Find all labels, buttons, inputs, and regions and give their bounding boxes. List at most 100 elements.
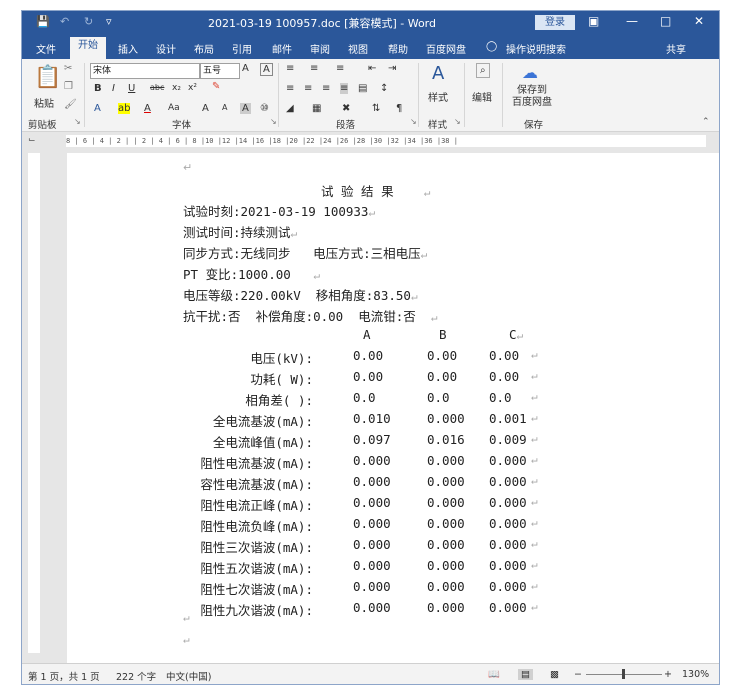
doc-line-5: 电压等级:220.00kV 移相角度:83.50↵	[183, 288, 418, 303]
zoom-out-button[interactable]: −	[574, 669, 582, 680]
tab-view[interactable]: 视图	[348, 41, 368, 56]
change-case-icon[interactable]: Aa	[168, 103, 180, 113]
tab-layout[interactable]: 布局	[194, 41, 214, 56]
collapse-ribbon-icon[interactable]: ⌃	[702, 117, 710, 127]
underline-icon[interactable]: U	[128, 83, 135, 94]
grow-font-icon[interactable]: A	[242, 63, 249, 74]
styles-icon[interactable]: A	[432, 63, 444, 84]
highlight-icon[interactable]: ab	[118, 103, 131, 114]
cell-c: 0.001	[489, 411, 527, 426]
cell-c: 0.000	[489, 558, 527, 573]
font-color-icon[interactable]: A	[144, 103, 151, 114]
word-count[interactable]: 222 个字	[116, 669, 156, 683]
text-effect-icon[interactable]: A	[94, 103, 101, 114]
tab-home[interactable]: 开始	[70, 37, 106, 59]
cell-b: 0.000	[427, 411, 465, 426]
page-count[interactable]: 第 1 页，共 1 页	[28, 669, 100, 683]
tab-design[interactable]: 设计	[156, 41, 176, 56]
ribbon-display-icon[interactable]: ▣	[588, 14, 599, 28]
decrease-indent-icon[interactable]: ⇤	[368, 63, 376, 74]
paste-icon[interactable]: 📋	[34, 65, 61, 90]
copy-icon[interactable]: ❐	[64, 81, 73, 92]
font-launcher-icon[interactable]: ↘	[270, 117, 277, 126]
cell-c: 0.000	[489, 579, 527, 594]
char-shading-icon[interactable]: A	[240, 103, 251, 114]
char-border-icon[interactable]: A	[260, 63, 273, 76]
numbering-icon[interactable]: ≡	[310, 63, 318, 74]
italic-icon[interactable]: I	[112, 83, 115, 94]
borders-icon[interactable]: ▦	[312, 103, 321, 114]
cell-b: 0.000	[427, 453, 465, 468]
bold-icon[interactable]: B	[94, 83, 102, 94]
maximize-button[interactable]: □	[660, 14, 671, 28]
font-size-box[interactable]: 五号	[200, 63, 240, 79]
enclose-char-icon[interactable]: ⑩	[260, 103, 269, 114]
cell-c: 0.00	[489, 369, 520, 384]
subscript-icon[interactable]: x₂	[172, 83, 181, 93]
paragraph-mark: ↵	[531, 516, 538, 529]
increase-indent-icon[interactable]: ⇥	[388, 63, 396, 74]
cell-a: 0.000	[353, 474, 391, 489]
format-painter-icon[interactable]: 🖌	[64, 99, 77, 110]
styles-launcher-icon[interactable]: ↘	[454, 117, 461, 126]
shrink-font-button[interactable]: A	[222, 103, 227, 112]
tab-review[interactable]: 审阅	[310, 41, 330, 56]
paste-button[interactable]: 粘贴	[34, 95, 54, 110]
find-icon[interactable]: ⌕	[476, 63, 490, 78]
distributed-icon[interactable]: ▤	[358, 83, 367, 94]
chinese-layout-icon[interactable]: ✖	[342, 103, 350, 114]
cell-a: 0.000	[353, 516, 391, 531]
tab-help[interactable]: 帮助	[388, 41, 408, 56]
web-layout-icon[interactable]: ▩	[550, 669, 559, 680]
grow-font-button[interactable]: A	[202, 103, 209, 114]
save-to-baidu-button[interactable]: 保存到 百度网盘	[512, 85, 552, 109]
cut-icon[interactable]: ✂	[64, 63, 72, 74]
print-layout-icon[interactable]: ▤	[518, 669, 533, 680]
tab-selector-icon[interactable]: ⌙	[28, 135, 36, 145]
justify-icon[interactable]: ≡	[340, 83, 349, 94]
tab-baidu[interactable]: 百度网盘	[426, 41, 466, 56]
row-label: 电压(kV):	[250, 351, 313, 366]
zoom-in-button[interactable]: +	[664, 669, 672, 680]
tab-insert[interactable]: 插入	[118, 41, 138, 56]
language[interactable]: 中文(中国)	[166, 669, 211, 683]
document-page[interactable]: ↵ 试 验 结 果 ↵ 试验时刻:2021-03-19 100933↵ 测试时间…	[67, 153, 719, 663]
doc-line-3: 同步方式:无线同步 电压方式:三相电压↵	[183, 246, 428, 261]
tab-file[interactable]: 文件	[36, 41, 56, 56]
align-right-icon[interactable]: ≡	[322, 83, 330, 94]
paragraph-mark: ↵	[531, 348, 538, 361]
login-button[interactable]: 登录	[535, 15, 575, 30]
sort-icon[interactable]: ⇅	[372, 103, 380, 114]
editing-button[interactable]: 编辑	[472, 89, 492, 104]
cell-a: 0.000	[353, 558, 391, 573]
show-marks-icon[interactable]: ¶	[396, 103, 402, 114]
paragraph-mark: ↵	[183, 161, 193, 174]
zoom-slider-thumb[interactable]	[622, 669, 625, 679]
tell-me-search[interactable]: 操作说明搜索	[506, 41, 566, 56]
zoom-level[interactable]: 130%	[682, 669, 709, 680]
cell-b: 0.000	[427, 537, 465, 552]
superscript-icon[interactable]: x²	[188, 83, 197, 93]
cell-a: 0.000	[353, 579, 391, 594]
tab-references[interactable]: 引用	[232, 41, 252, 56]
close-button[interactable]: ✕	[694, 14, 704, 28]
bullets-icon[interactable]: ≡	[286, 63, 294, 74]
strikethrough-icon[interactable]: abc	[150, 83, 164, 92]
align-center-icon[interactable]: ≡	[304, 83, 312, 94]
baidu-cloud-icon[interactable]: ☁	[522, 63, 538, 82]
styles-button[interactable]: 样式	[428, 89, 448, 104]
paragraph-launcher-icon[interactable]: ↘	[410, 117, 417, 126]
shading-icon[interactable]: ◢	[286, 103, 294, 114]
align-left-icon[interactable]: ≡	[286, 83, 294, 94]
clipboard-launcher-icon[interactable]: ↘	[74, 117, 81, 126]
line-spacing-icon[interactable]: ↕	[380, 83, 388, 94]
read-mode-icon[interactable]: 📖	[488, 669, 500, 680]
clear-format-icon[interactable]: ✎	[212, 81, 220, 92]
multilevel-icon[interactable]: ≡	[336, 63, 344, 74]
tab-mailings[interactable]: 邮件	[272, 41, 292, 56]
cell-b: 0.00	[427, 369, 458, 384]
font-name-box[interactable]: 宋体	[90, 63, 200, 79]
share-button[interactable]: 共享	[666, 41, 686, 56]
minimize-button[interactable]: —	[626, 14, 638, 28]
cell-a: 0.000	[353, 453, 391, 468]
